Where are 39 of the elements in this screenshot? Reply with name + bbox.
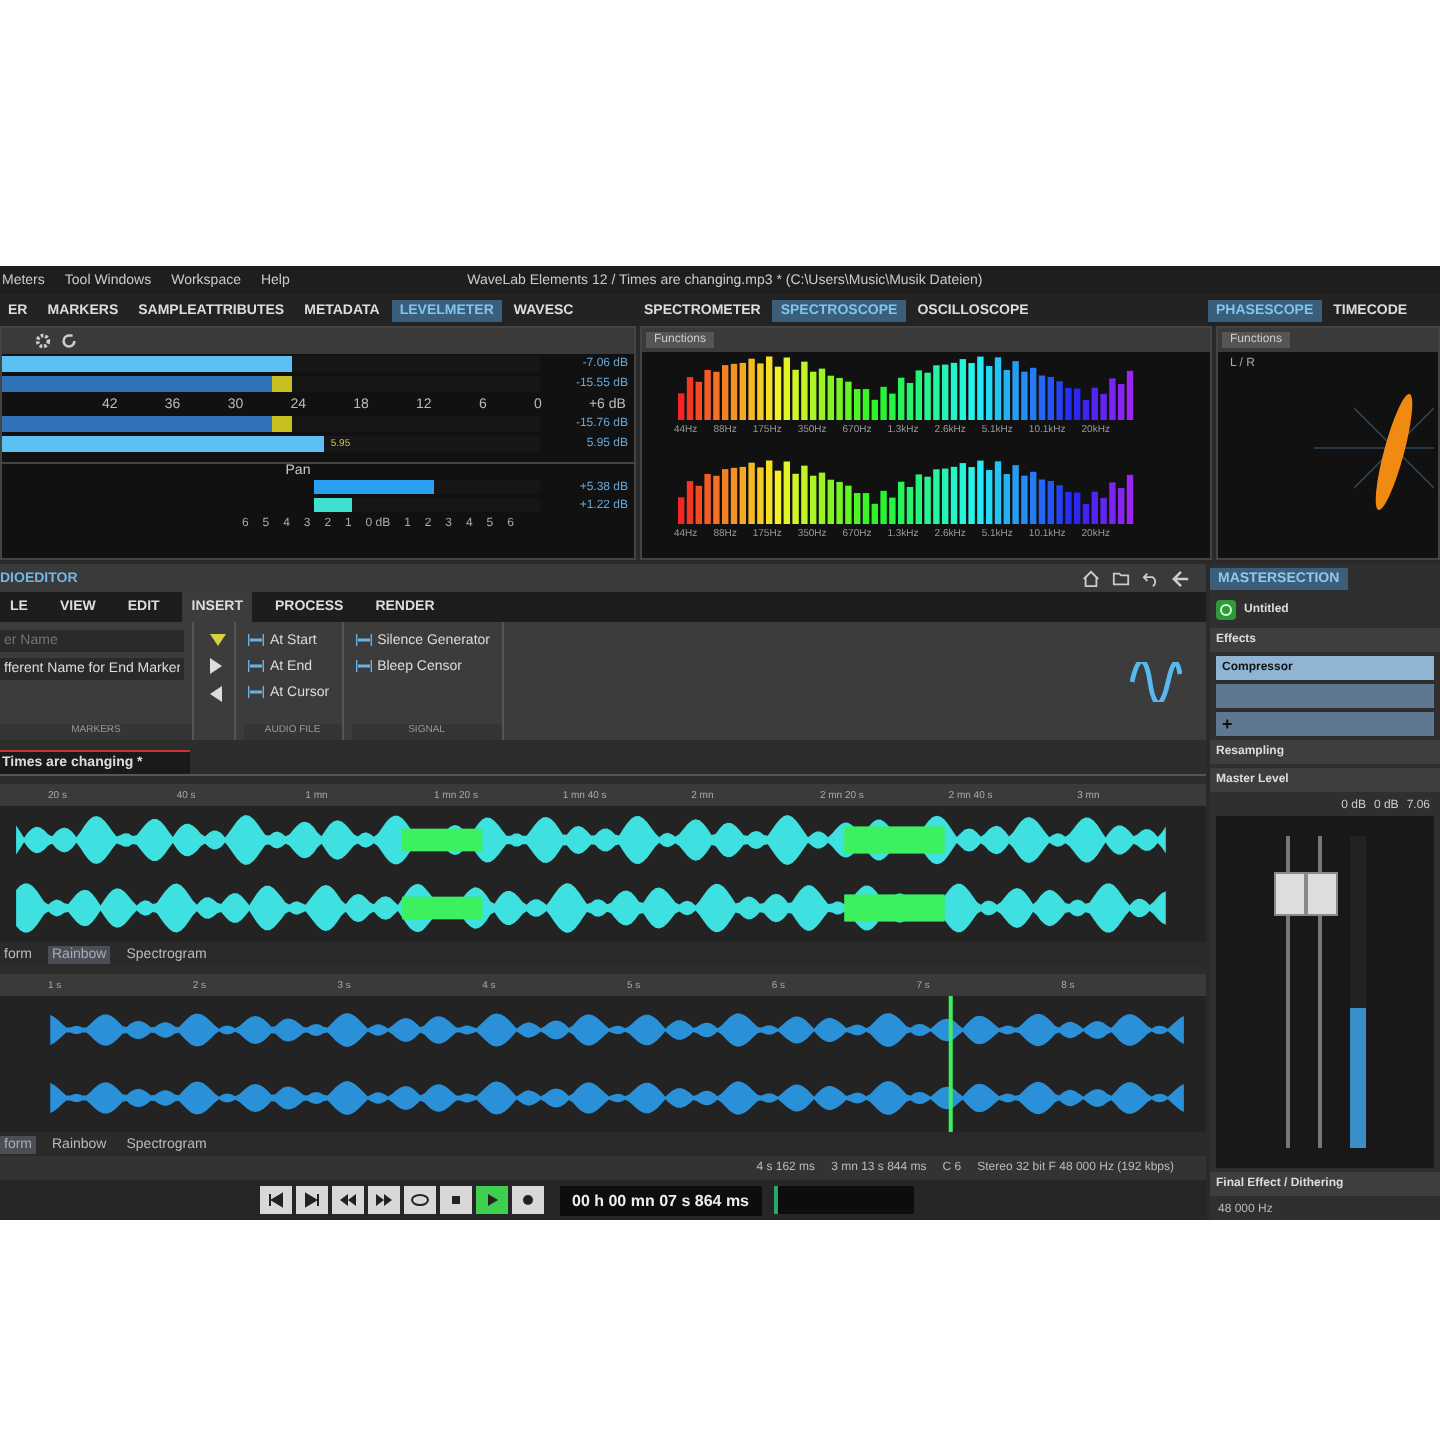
fader-handle[interactable] [1305,872,1337,916]
bracket-icon [355,658,372,674]
bracket-icon [248,658,264,674]
triangle-left-icon[interactable] [210,686,222,702]
forward-button[interactable] [368,1186,400,1214]
home-icon[interactable] [1082,569,1100,587]
skip-back-icon [266,1190,286,1210]
bracket-icon [355,632,372,648]
bracket-icon [248,684,264,700]
fader-handle[interactable] [1273,872,1305,916]
skip-forward-icon [302,1190,322,1210]
wave-logo-icon [1130,661,1182,701]
to-end-button[interactable] [296,1186,328,1214]
peak-indicator [271,416,291,432]
undo-icon[interactable] [1142,569,1160,587]
rewind-button[interactable] [332,1186,364,1214]
play-icon [482,1190,502,1210]
play-button[interactable] [476,1186,508,1214]
marker-icon[interactable] [210,634,226,646]
stop-icon [446,1190,466,1210]
record-icon [518,1190,538,1210]
fast-forward-icon [374,1190,394,1210]
record-button[interactable] [512,1186,544,1214]
phase-plot-drawing [1314,388,1438,516]
loop-icon [410,1190,430,1210]
back-arrow-icon[interactable] [1172,569,1190,587]
level-display [773,1186,913,1214]
rewind-icon [338,1190,358,1210]
triangle-right-icon[interactable] [210,658,222,674]
stop-button[interactable] [440,1186,472,1214]
loop-button[interactable] [404,1186,436,1214]
folder-icon[interactable] [1112,569,1130,587]
refresh-icon[interactable] [60,332,78,350]
to-start-button[interactable] [260,1186,292,1214]
add-effect-button[interactable]: + [1216,712,1434,736]
preset-icon[interactable] [1216,600,1236,620]
bracket-icon [248,632,264,648]
peak-indicator [271,376,291,392]
time-display: 00 h 00 mn 07 s 864 ms [560,1185,761,1215]
